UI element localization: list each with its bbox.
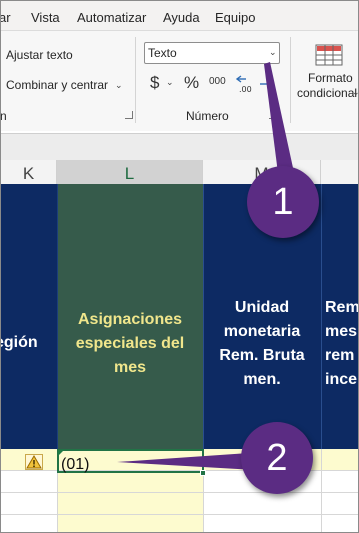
callout-badge-1: 1 <box>247 166 319 238</box>
callout-1-pointer <box>264 62 295 181</box>
callout-2-pointer <box>117 453 255 470</box>
callout-badge-2: 2 <box>241 422 313 494</box>
excel-window: ar Vista Automatizar Ayuda Equipo Ajusta… <box>0 0 359 533</box>
